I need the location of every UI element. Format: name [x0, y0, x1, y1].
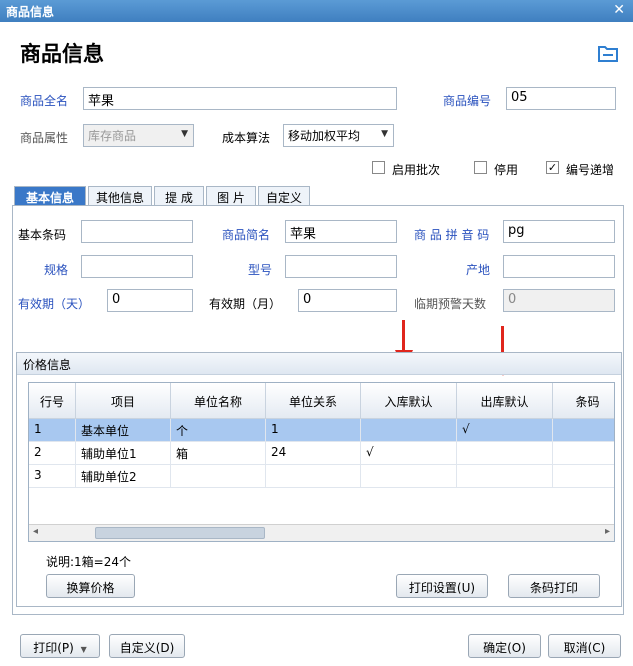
- print-button[interactable]: 打印(P) ▼: [20, 634, 100, 658]
- cost-value: 移动加权平均: [288, 129, 361, 143]
- spec-label: 规格: [44, 263, 69, 277]
- short-name-label: 商品简名: [222, 228, 271, 242]
- column-header[interactable]: 条码: [553, 383, 614, 419]
- warn-days-input[interactable]: 0: [503, 289, 615, 312]
- table-cell[interactable]: 基本单位: [76, 419, 171, 442]
- folder-icon[interactable]: [598, 44, 618, 62]
- spec-input[interactable]: [81, 255, 193, 278]
- table-cell[interactable]: 24: [266, 442, 361, 465]
- cost-label: 成本算法: [222, 131, 271, 145]
- horizontal-scrollbar[interactable]: ◂ ▸: [29, 524, 614, 541]
- chevron-down-icon: ▼: [181, 129, 188, 139]
- table-cell[interactable]: 1: [266, 419, 361, 442]
- table-cell[interactable]: [361, 465, 457, 488]
- cancel-button[interactable]: 取消(C): [548, 634, 621, 658]
- close-icon[interactable]: ✕: [613, 2, 625, 18]
- table-cell[interactable]: [457, 465, 553, 488]
- ok-button[interactable]: 确定(O): [468, 634, 541, 658]
- table-cell[interactable]: [553, 442, 614, 465]
- warn-days-label: 临期预警天数: [414, 297, 487, 311]
- table-cell[interactable]: [553, 465, 614, 488]
- scroll-left-icon[interactable]: ◂: [33, 526, 38, 537]
- price-group-title: 价格信息: [17, 353, 621, 375]
- chevron-down-icon: ▼: [80, 645, 87, 654]
- table-cell[interactable]: √: [457, 419, 553, 442]
- custom-button[interactable]: 自定义(D): [109, 634, 185, 658]
- model-input[interactable]: [285, 255, 397, 278]
- window-titlebar: 商品信息 ✕: [0, 0, 633, 22]
- price-table: 行号 项目 单位名称 单位关系 入库默认 出库默认 条码 1 基本单位 个 1 …: [28, 382, 615, 542]
- short-name-input[interactable]: 苹果: [285, 220, 397, 243]
- enable-batch-label: 启用批次: [392, 163, 441, 177]
- column-header[interactable]: 行号: [29, 383, 76, 419]
- column-header[interactable]: 单位关系: [266, 383, 361, 419]
- table-cell[interactable]: [457, 442, 553, 465]
- table-cell[interactable]: [171, 465, 266, 488]
- enable-batch-checkbox[interactable]: [372, 161, 385, 174]
- print-label: 打印(P): [33, 641, 74, 655]
- valid-days-label: 有效期（天）: [18, 297, 91, 311]
- attr-label: 商品属性: [20, 131, 69, 145]
- table-cell[interactable]: 辅助单位2: [76, 465, 171, 488]
- table-cell[interactable]: [361, 419, 457, 442]
- attr-value: 库存商品: [88, 129, 137, 143]
- code-input[interactable]: 05: [506, 87, 616, 110]
- print-setup-button[interactable]: 打印设置(U): [396, 574, 488, 598]
- table-cell[interactable]: 2: [29, 442, 76, 465]
- table-cell[interactable]: [266, 465, 361, 488]
- disable-label: 停用: [494, 163, 519, 177]
- convert-price-button[interactable]: 换算价格: [46, 574, 135, 598]
- scrollbar-thumb[interactable]: [95, 527, 265, 539]
- table-cell[interactable]: 辅助单位1: [76, 442, 171, 465]
- chevron-down-icon: ▼: [381, 129, 388, 139]
- table-cell[interactable]: [553, 419, 614, 442]
- pinyin-label: 商 品 拼 音 码: [414, 228, 490, 242]
- window-title: 商品信息: [6, 5, 55, 19]
- origin-input[interactable]: [503, 255, 615, 278]
- origin-label: 产地: [466, 263, 491, 277]
- table-cell[interactable]: √: [361, 442, 457, 465]
- tab-other[interactable]: 其他信息: [88, 186, 152, 206]
- barcode-label: 基本条码: [18, 228, 67, 242]
- table-cell[interactable]: 1: [29, 419, 76, 442]
- cost-select[interactable]: 移动加权平均 ▼: [283, 124, 394, 147]
- full-name-input[interactable]: 苹果: [83, 87, 397, 110]
- barcode-print-button[interactable]: 条码打印: [508, 574, 600, 598]
- column-header[interactable]: 出库默认: [457, 383, 553, 419]
- table-cell[interactable]: 箱: [171, 442, 266, 465]
- column-header[interactable]: 项目: [76, 383, 171, 419]
- code-label: 商品编号: [443, 94, 492, 108]
- disable-checkbox[interactable]: [474, 161, 487, 174]
- tab-commission[interactable]: 提 成: [154, 186, 204, 206]
- full-name-label: 商品全名: [20, 94, 69, 108]
- column-header[interactable]: 入库默认: [361, 383, 457, 419]
- auto-code-checkbox[interactable]: ✓: [546, 161, 559, 174]
- table-cell[interactable]: 个: [171, 419, 266, 442]
- pinyin-input[interactable]: pg: [503, 220, 615, 243]
- valid-months-label: 有效期（月）: [209, 297, 282, 311]
- scroll-right-icon[interactable]: ▸: [605, 526, 610, 537]
- valid-days-input[interactable]: 0: [107, 289, 193, 312]
- tab-images[interactable]: 图 片: [206, 186, 256, 206]
- valid-months-input[interactable]: 0: [298, 289, 397, 312]
- auto-code-label: 编号递增: [566, 163, 615, 177]
- tab-basic[interactable]: 基本信息: [14, 186, 86, 206]
- column-header[interactable]: 单位名称: [171, 383, 266, 419]
- table-cell[interactable]: 3: [29, 465, 76, 488]
- tab-custom[interactable]: 自定义: [258, 186, 310, 206]
- attr-select[interactable]: 库存商品 ▼: [83, 124, 194, 147]
- conversion-note: 说明:1箱=24个: [46, 555, 132, 569]
- model-label: 型号: [248, 263, 273, 277]
- page-title: 商品信息: [20, 42, 104, 66]
- barcode-input[interactable]: [81, 220, 193, 243]
